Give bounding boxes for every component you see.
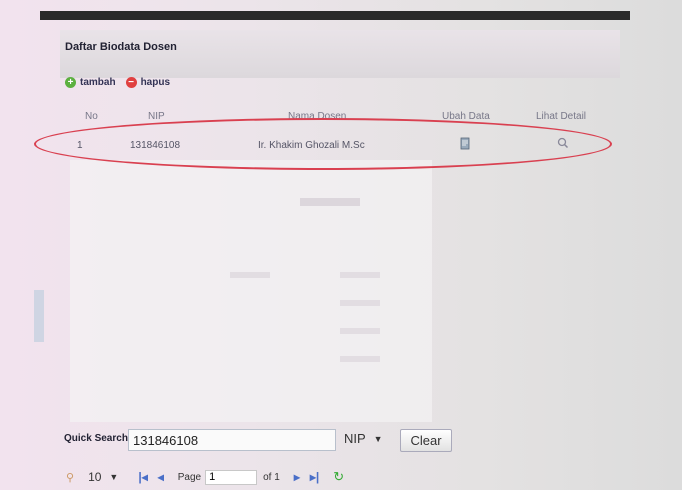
column-header-nip[interactable]: NIP bbox=[148, 111, 165, 122]
page-input[interactable] bbox=[205, 469, 258, 485]
add-icon: + bbox=[65, 76, 76, 88]
add-label: tambah bbox=[80, 76, 116, 88]
ghost-line bbox=[340, 328, 380, 334]
top-divider-bar bbox=[40, 11, 630, 20]
ghost-line bbox=[230, 272, 270, 278]
biodata-panel: Daftar Biodata Dosen + tambah − hapus No… bbox=[60, 30, 620, 490]
ghost-line bbox=[340, 356, 380, 362]
column-header-detail[interactable]: Lihat Detail bbox=[536, 111, 586, 122]
ghost-line bbox=[300, 198, 360, 206]
ghost-line bbox=[340, 272, 380, 278]
chevron-down-icon[interactable]: ▼ bbox=[109, 472, 118, 482]
chevron-down-icon: ▼ bbox=[373, 433, 383, 444]
search-icon: ⚲ bbox=[66, 471, 75, 484]
search-field-select[interactable]: NIP ▼ bbox=[344, 431, 383, 446]
delete-label: hapus bbox=[140, 76, 171, 88]
ghost-line bbox=[340, 300, 380, 306]
add-button[interactable]: + tambah bbox=[65, 76, 116, 88]
column-header-no[interactable]: No bbox=[85, 111, 98, 122]
search-field-value: NIP bbox=[344, 431, 366, 446]
highlight-ellipse bbox=[34, 118, 612, 170]
first-page-icon[interactable]: |◂ bbox=[138, 470, 147, 484]
pagination-bar: ⚲ 10 ▼ |◂ ◂ Page of 1 ▸ ▸| ↻ bbox=[66, 467, 344, 487]
quick-search-label: Quick Search bbox=[64, 433, 128, 444]
clear-button[interactable]: Clear bbox=[400, 429, 452, 452]
page-of-label: of 1 bbox=[263, 471, 280, 483]
last-page-icon[interactable]: ▸| bbox=[310, 470, 319, 484]
page-size-value[interactable]: 10 bbox=[88, 470, 101, 484]
panel-title: Daftar Biodata Dosen bbox=[65, 41, 177, 53]
page-label: Page bbox=[177, 471, 202, 483]
prev-page-icon[interactable]: ◂ bbox=[158, 470, 164, 484]
next-page-icon[interactable]: ▸ bbox=[294, 470, 300, 484]
quick-search-input[interactable] bbox=[128, 429, 336, 451]
delete-button[interactable]: − hapus bbox=[125, 76, 171, 88]
refresh-icon[interactable]: ↻ bbox=[333, 469, 344, 485]
toolbar: + tambah − hapus bbox=[65, 74, 170, 90]
delete-icon: − bbox=[125, 76, 137, 88]
side-collapse-tab[interactable] bbox=[34, 290, 44, 342]
